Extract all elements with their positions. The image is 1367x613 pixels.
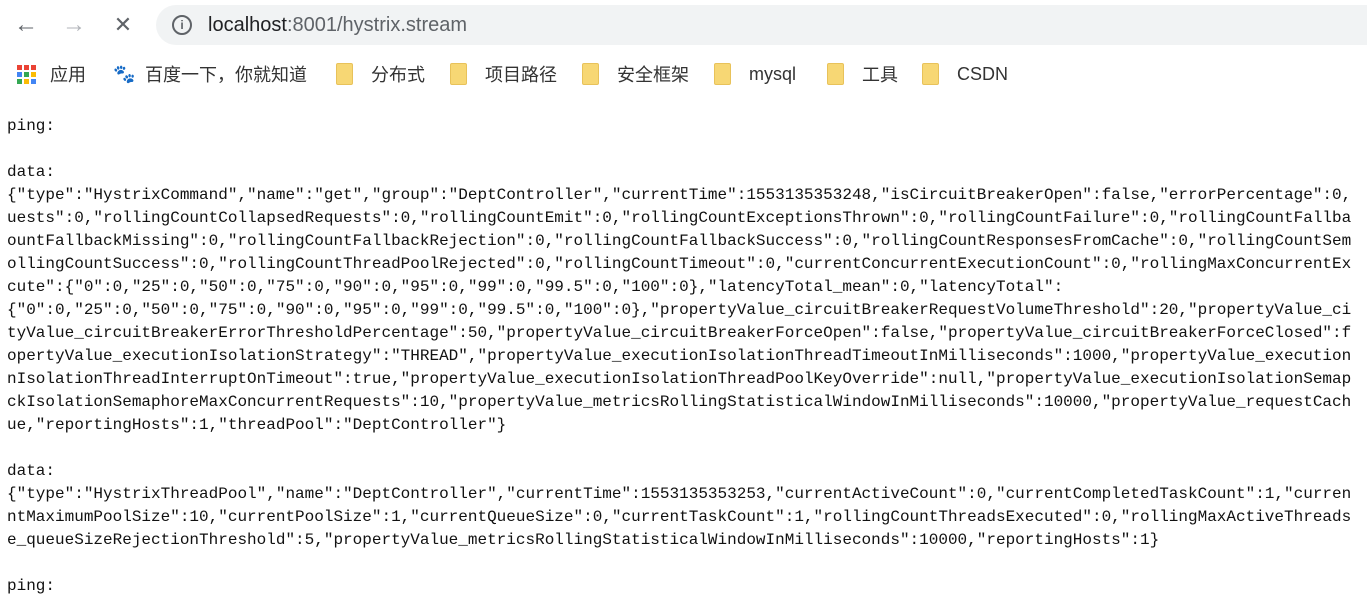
forward-button[interactable]: → <box>57 8 91 42</box>
ping-line: ping: <box>7 577 56 595</box>
back-button[interactable]: ← <box>9 8 43 42</box>
bookmark-folder-security[interactable]: 安全框架 <box>582 62 689 86</box>
threadpool-json-line: ntMaximumPoolSize":10,"currentPoolSize":… <box>7 508 1352 526</box>
bookmark-label: 项目路径 <box>485 65 557 85</box>
bookmarks-bar: 应用 🐾 百度一下，你就知道 分布式 项目路径 安全框架 mysql 工具 CS… <box>0 52 1367 96</box>
threadpool-json-line: e_queueSizeRejectionThreshold":5,"proper… <box>7 531 1160 549</box>
ping-line: ping: <box>7 117 56 135</box>
command-json-line: nIsolationThreadInterruptOnTimeout":true… <box>7 370 1352 388</box>
command-json-line: ountFallbackMissing":0,"rollingCountFall… <box>7 232 1352 250</box>
arrow-left-icon: ← <box>14 11 38 38</box>
bookmark-label: 分布式 <box>371 65 425 85</box>
close-icon: ✕ <box>113 12 133 37</box>
stop-loading-button[interactable]: ✕ <box>106 8 140 42</box>
bookmark-apps[interactable]: 应用 <box>17 62 86 86</box>
bookmark-folder-mysql[interactable]: mysql <box>714 62 796 86</box>
bookmark-label: 应用 <box>50 65 86 85</box>
bookmark-label: CSDN <box>957 63 1009 84</box>
folder-icon <box>582 63 599 85</box>
bookmark-folder-csdn[interactable]: CSDN <box>922 62 1008 86</box>
url-text[interactable]: localhost:8001/hystrix.stream <box>208 14 467 37</box>
arrow-right-icon: → <box>62 11 86 38</box>
command-json-line: cute":{"0":0,"25":0,"50":0,"75":0,"90":0… <box>7 278 1064 296</box>
command-json-line: opertyValue_executionIsolationStrategy":… <box>7 347 1352 365</box>
bookmark-folder-tools[interactable]: 工具 <box>827 62 898 86</box>
bookmark-label: mysql <box>749 63 797 84</box>
command-json-line: {"0":0,"25":0,"50":0,"75":0,"90":0,"95":… <box>7 301 1352 319</box>
command-json-line: uests":0,"rollingCountCollapsedRequests"… <box>7 209 1352 227</box>
info-icon[interactable]: i <box>172 15 192 35</box>
command-json-line: {"type":"HystrixCommand","name":"get","g… <box>7 186 1352 204</box>
baidu-paw-icon: 🐾 <box>113 64 136 84</box>
command-json-line: ckIsolationSemaphoreMaxConcurrentRequest… <box>7 393 1352 411</box>
command-json-line: ollingCountSuccess":0,"rollingCountThrea… <box>7 255 1352 273</box>
bookmark-label: 安全框架 <box>617 65 689 85</box>
command-json-line: tyValue_circuitBreakerErrorThresholdPerc… <box>7 324 1352 342</box>
browser-toolbar: ← → ✕ i localhost:8001/hystrix.stream <box>0 0 1367 50</box>
folder-icon <box>336 63 353 85</box>
url-host: localhost <box>208 14 287 36</box>
data-label: data: <box>7 462 56 480</box>
bookmark-label: 百度一下，你就知道 <box>145 65 307 85</box>
bookmark-folder-distributed[interactable]: 分布式 <box>336 62 425 86</box>
stream-content: ping: data: {"type":"HystrixCommand","na… <box>7 115 1367 598</box>
address-bar[interactable]: i localhost:8001/hystrix.stream <box>156 5 1367 45</box>
command-json-line: ue,"reportingHosts":1,"threadPool":"Dept… <box>7 416 507 434</box>
folder-icon <box>827 63 844 85</box>
bookmark-folder-project-path[interactable]: 项目路径 <box>450 62 557 86</box>
url-path: :8001/hystrix.stream <box>286 14 468 36</box>
folder-icon <box>450 63 467 85</box>
data-label: data: <box>7 163 56 181</box>
apps-grid-icon <box>17 64 36 84</box>
folder-icon <box>922 63 939 85</box>
folder-icon <box>714 63 731 85</box>
bookmark-label: 工具 <box>862 65 898 85</box>
threadpool-json-line: {"type":"HystrixThreadPool","name":"Dept… <box>7 485 1352 503</box>
bookmark-baidu[interactable]: 🐾 百度一下，你就知道 <box>113 62 307 86</box>
